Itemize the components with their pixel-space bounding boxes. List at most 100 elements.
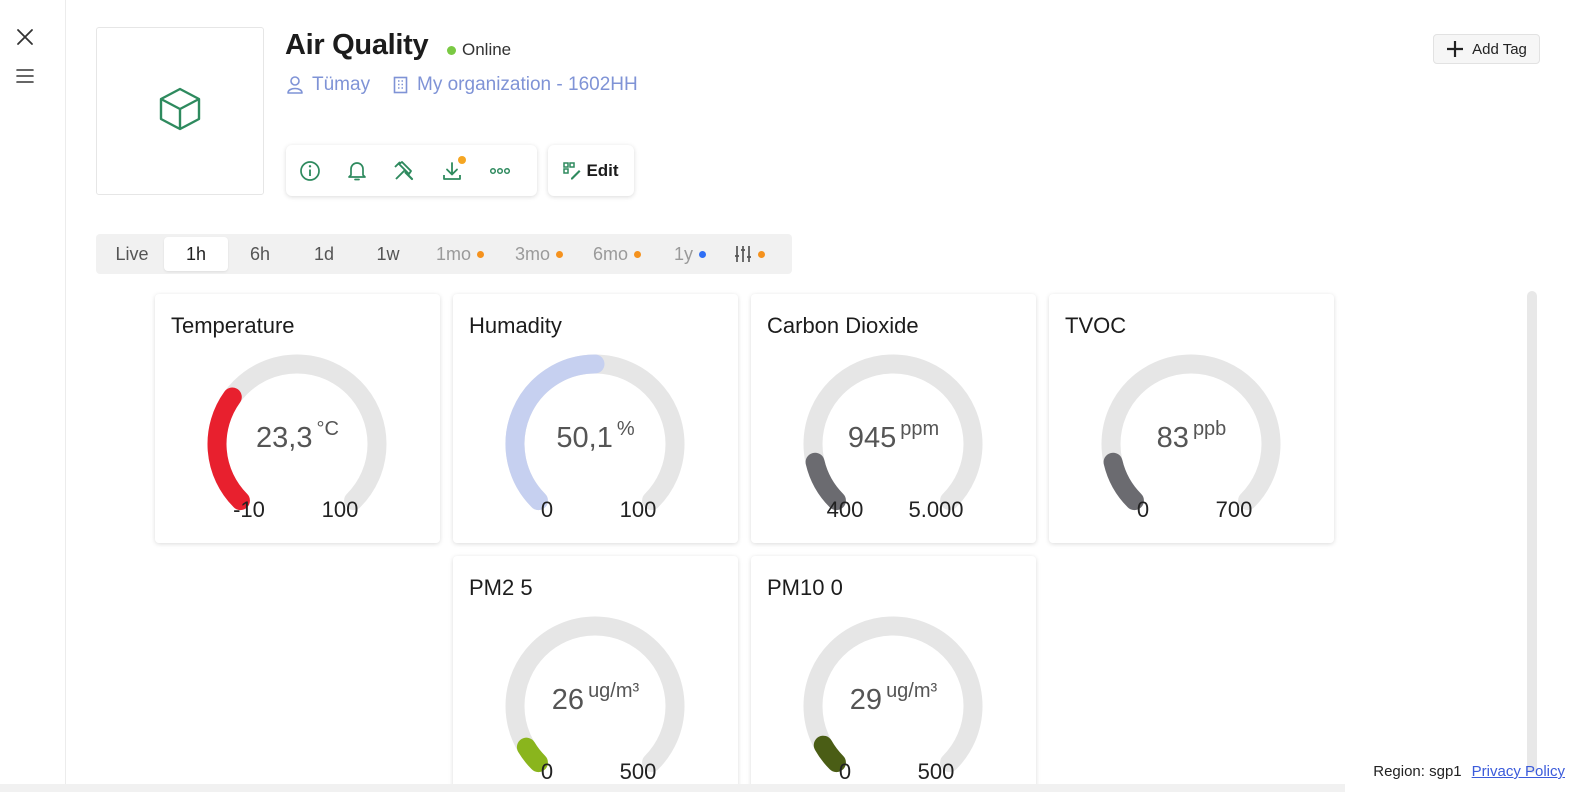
time-range-1y[interactable]: 1y	[656, 237, 724, 271]
gauge-max: 5.000	[908, 497, 964, 522]
gauge-max: 100	[619, 497, 657, 522]
menu-icon[interactable]	[13, 64, 37, 88]
gauge-value: 83	[1156, 422, 1189, 454]
time-range-1w[interactable]: 1w	[356, 237, 420, 271]
info-icon[interactable]	[299, 159, 321, 183]
building-icon	[393, 76, 408, 94]
gauge-card[interactable]: PM10 0 29 ug/m³ 0 500	[751, 556, 1036, 792]
bottom-strip	[0, 784, 1345, 792]
gauge-value: 50,1	[556, 422, 613, 454]
gauge-unit: ug/m³	[886, 680, 938, 702]
sidebar	[0, 0, 66, 784]
gauge-unit: °C	[316, 418, 339, 440]
time-range-label: 1d	[313, 243, 335, 264]
scrollbar[interactable]	[1527, 291, 1537, 773]
footer: Region: sgp1 Privacy Policy	[1373, 763, 1565, 780]
gauge-min: -10	[233, 497, 265, 522]
range-indicator-dot	[477, 250, 484, 258]
time-range-1mo[interactable]: 1mo	[420, 237, 500, 271]
time-range-1h[interactable]: 1h	[164, 237, 228, 271]
gauge-min: 0	[540, 759, 554, 784]
gauge-fill	[1103, 452, 1144, 511]
gauge-unit: ug/m³	[588, 680, 640, 702]
cube-icon	[157, 86, 203, 137]
owner-link[interactable]: Tümay	[287, 74, 370, 96]
privacy-policy-link[interactable]: Privacy Policy	[1472, 763, 1565, 780]
gauge-card[interactable]: TVOC 83 ppb 0 700	[1049, 294, 1334, 543]
gauge-title: Temperature	[171, 313, 295, 338]
organization-link[interactable]: My organization - 1602HH	[393, 74, 638, 96]
gauge-value: 23,3	[256, 422, 313, 454]
gauge-min: 0	[838, 759, 852, 784]
gauge-min: 0	[1136, 497, 1150, 522]
time-range-label: 6mo	[592, 243, 628, 264]
edit-button[interactable]: Edit	[548, 145, 634, 196]
bell-icon[interactable]	[347, 159, 367, 183]
gauge-value: 945	[847, 422, 897, 454]
device-thumbnail	[96, 27, 264, 195]
more-icon[interactable]	[489, 159, 511, 183]
range-indicator-dot	[556, 250, 563, 258]
gauge-title: PM2 5	[469, 575, 533, 600]
organization-name: My organization - 1602HH	[417, 74, 638, 95]
range-indicator-dot	[699, 250, 706, 258]
add-tag-button[interactable]: Add Tag	[1433, 34, 1540, 64]
gauge-title: TVOC	[1065, 313, 1127, 338]
time-range-label: 3mo	[514, 243, 550, 264]
time-range-6mo[interactable]: 6mo	[578, 237, 656, 271]
device-toolbar	[286, 145, 537, 196]
time-range-label: 1w	[376, 243, 400, 264]
gauge-value-wrap: 83 ppb	[1049, 418, 1334, 455]
gauge-max: 700	[1215, 497, 1253, 522]
gauge-title: Humadity	[469, 313, 562, 338]
gauge-card[interactable]: Humadity 50,1% 0 100	[453, 294, 738, 543]
gauge-max: 500	[917, 759, 955, 784]
gauge-value-wrap: 50,1%	[453, 418, 738, 455]
status-dot	[447, 45, 456, 55]
close-icon[interactable]	[13, 25, 37, 49]
page-title: Air Quality	[285, 29, 429, 61]
time-range-label: 1h	[185, 243, 207, 264]
time-range-label: 6h	[249, 243, 271, 264]
gauge-min: 400	[826, 497, 864, 522]
edit-label: Edit	[586, 160, 619, 180]
gauge-value-wrap: 26 ug/m³	[453, 680, 738, 717]
gauge-fill	[805, 452, 846, 511]
time-range-label: 1mo	[435, 243, 471, 264]
gauge-value: 29	[849, 684, 883, 716]
status-badge: Online	[447, 40, 511, 60]
add-tag-label: Add Tag	[1472, 40, 1527, 58]
time-range-3mo[interactable]: 3mo	[500, 237, 578, 271]
edit-grid-icon	[563, 161, 581, 179]
plus-icon	[1447, 41, 1464, 57]
gauge-max: 100	[321, 497, 359, 522]
gauge-card[interactable]: Carbon Dioxide 945 ppm 400 5.000	[751, 294, 1036, 543]
gauge-value-wrap: 945 ppm	[751, 418, 1036, 455]
gauge-unit: %	[616, 418, 635, 440]
time-range-1d[interactable]: 1d	[292, 237, 356, 271]
download-icon[interactable]	[441, 155, 466, 183]
range-indicator-dot	[757, 250, 765, 258]
gauge-card[interactable]: Temperature 23,3 °C -10 100	[155, 294, 440, 543]
range-indicator-dot	[634, 250, 641, 258]
tools-icon[interactable]	[393, 159, 415, 183]
gauge-value-wrap: 23,3 °C	[155, 418, 440, 455]
sliders-icon	[734, 246, 751, 262]
gauge-unit: ppb	[1192, 418, 1227, 440]
gauge-title: Carbon Dioxide	[767, 313, 919, 338]
time-range-custom[interactable]	[724, 237, 774, 271]
owner-name: Tümay	[312, 74, 371, 95]
time-range-label: 1y	[673, 243, 693, 264]
gauge-value-wrap: 29 ug/m³	[751, 680, 1036, 717]
gauge-card[interactable]: PM2 5 26 ug/m³ 0 500	[453, 556, 738, 792]
time-range-selector: Live 1h 6h 1d 1w 1mo 3mo 6mo 1y	[96, 234, 792, 274]
time-range-6h[interactable]: 6h	[228, 237, 292, 271]
gauge-unit: ppm	[900, 418, 940, 440]
gauge-max: 500	[619, 759, 657, 784]
user-icon	[287, 76, 303, 94]
region-label: Region: sgp1	[1373, 763, 1462, 780]
gauge-min: 0	[540, 497, 554, 522]
time-range-Live[interactable]: Live	[100, 237, 164, 271]
gauge-title: PM10 0	[767, 575, 843, 600]
download-badge	[458, 155, 466, 164]
